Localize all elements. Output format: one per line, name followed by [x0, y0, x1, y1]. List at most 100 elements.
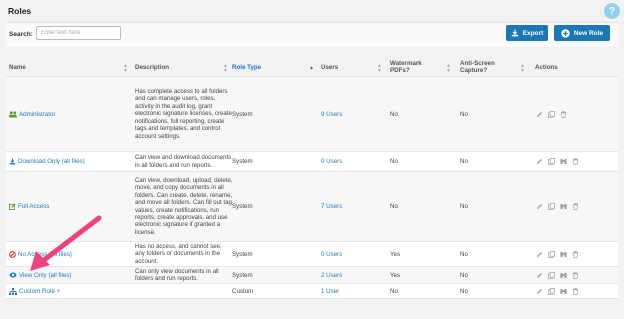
role-name-link[interactable]: No Access (all files) — [9, 242, 72, 266]
search-input[interactable] — [36, 26, 121, 40]
users-link[interactable]: 1 User — [321, 284, 339, 298]
binoculars-icon[interactable] — [560, 158, 567, 165]
row-actions — [536, 172, 579, 241]
sort-icon[interactable]: ▲ ▼ — [377, 64, 382, 74]
trash-icon[interactable] — [572, 271, 579, 279]
edit-icon[interactable] — [536, 288, 543, 295]
copy-icon[interactable] — [548, 110, 555, 118]
column-header-description[interactable]: Description — [135, 57, 169, 77]
watermark-value: No — [390, 287, 398, 295]
users-link[interactable]: 9 Users — [321, 77, 342, 151]
users-link[interactable]: 0 Users — [321, 242, 342, 266]
binoculars-icon[interactable] — [560, 203, 567, 210]
new-role-label: New Role — [573, 29, 604, 37]
role-type: System — [232, 203, 253, 210]
role-name[interactable]: View Only (all files) — [19, 272, 72, 279]
anti-screen-value: No — [460, 203, 468, 210]
sort-icon[interactable]: ▲ ▼ — [123, 64, 128, 74]
column-header-actions: Actions — [535, 63, 558, 71]
role-type: System — [232, 110, 253, 118]
role-type: System — [232, 271, 253, 279]
edit-icon[interactable] — [536, 251, 543, 258]
new-role-button[interactable]: New Role — [554, 25, 610, 41]
copy-icon[interactable] — [548, 271, 555, 279]
ban-icon — [9, 250, 16, 258]
search-label: Search: — [9, 31, 33, 38]
column-header-watermark[interactable]: Watermark PDFs? — [390, 57, 430, 77]
sort-icon[interactable]: ▲ ▼ — [520, 64, 525, 74]
role-name[interactable]: Custom Role + — [19, 288, 60, 295]
column-header-anti-screen[interactable]: Anti-Screen Capture? — [460, 57, 502, 77]
row-actions — [536, 242, 579, 266]
binoculars-icon[interactable] — [560, 272, 567, 279]
trash-icon[interactable] — [560, 110, 567, 118]
watermark-value: No — [390, 110, 398, 118]
users-link[interactable]: 2 Users — [321, 267, 342, 283]
binoculars-icon[interactable] — [560, 251, 567, 258]
row-actions — [536, 152, 579, 171]
edit-icon[interactable] — [536, 158, 543, 165]
page-title: Roles — [8, 6, 32, 16]
watermark-value: No — [390, 203, 398, 210]
column-header-role-type[interactable]: Role Type — [232, 57, 261, 77]
anti-screen-value: No — [460, 250, 468, 258]
role-name[interactable]: No Access (all files) — [18, 251, 72, 258]
copy-icon[interactable] — [548, 158, 555, 165]
role-name-link[interactable]: Download Only (all files) — [9, 152, 85, 171]
trash-icon[interactable] — [572, 250, 579, 258]
copy-icon[interactable] — [548, 203, 555, 210]
download-icon — [9, 158, 16, 165]
binoculars-icon[interactable] — [560, 288, 567, 295]
row-actions — [536, 77, 567, 151]
row-actions — [536, 284, 579, 298]
plus-circle-icon — [561, 28, 570, 38]
table-row: Full Access Can view, download, upload, d… — [6, 172, 618, 242]
export-label: Export — [522, 29, 544, 37]
column-header-name[interactable]: Name — [9, 57, 26, 77]
sort-ascending-icon[interactable]: ▲ — [309, 66, 314, 71]
table-row: Download Only (all files) Can view and do… — [6, 152, 618, 172]
role-type: Custom — [232, 287, 254, 295]
toolbar: Search: Export New Role — [6, 22, 618, 47]
role-description — [135, 284, 233, 298]
users-icon — [9, 110, 17, 118]
help-button[interactable]: ? — [604, 3, 620, 19]
anti-screen-value: No — [460, 287, 468, 295]
role-name[interactable]: Download Only (all files) — [18, 158, 85, 165]
eye-icon — [9, 272, 17, 278]
sort-icon[interactable]: ▲ ▼ — [223, 64, 228, 74]
table-body: Administrator Has complete access to all … — [6, 77, 618, 299]
copy-icon[interactable] — [548, 250, 555, 258]
watermark-value: Yes — [390, 271, 401, 279]
trash-icon[interactable] — [572, 158, 579, 165]
edit-icon[interactable] — [536, 111, 543, 118]
trash-icon[interactable] — [572, 287, 579, 295]
role-description: Has no access, and cannot see, any folde… — [135, 242, 222, 265]
role-description: Can only view documents in all folders a… — [135, 267, 219, 282]
export-button[interactable]: Export — [506, 25, 548, 41]
role-type: System — [232, 250, 253, 258]
trash-icon[interactable] — [572, 203, 579, 210]
role-name-link[interactable]: Custom Role + — [9, 284, 60, 298]
roles-table: Name ▲ ▼ Description ▲ ▼ Role Type ▲ Users… — [6, 57, 618, 299]
role-name[interactable]: Full Access — [18, 203, 49, 210]
role-name-link[interactable]: Full Access — [9, 172, 49, 241]
table-row: Administrator Has complete access to all … — [6, 77, 618, 152]
sort-icon[interactable]: ▲ ▼ — [446, 64, 451, 74]
role-name-link[interactable]: Administrator — [9, 77, 55, 151]
watermark-value: Yes — [390, 250, 401, 258]
copy-icon[interactable] — [548, 287, 555, 295]
users-link[interactable]: 7 Users — [321, 172, 342, 241]
edit-icon — [9, 203, 16, 210]
table-header: Name ▲ ▼ Description ▲ ▼ Role Type ▲ Users… — [6, 57, 618, 77]
sitemap-icon — [9, 287, 17, 295]
edit-icon[interactable] — [536, 203, 543, 210]
role-name[interactable]: Administrator — [19, 111, 55, 118]
role-type: System — [232, 158, 253, 165]
role-name-link[interactable]: View Only (all files) — [9, 267, 72, 283]
role-description: Can view, download, upload, delete, move… — [135, 176, 233, 236]
column-header-users[interactable]: Users — [321, 57, 338, 77]
role-description: Can view and download documents in all f… — [135, 154, 232, 169]
edit-icon[interactable] — [536, 272, 543, 279]
users-link[interactable]: 0 Users — [321, 152, 342, 171]
